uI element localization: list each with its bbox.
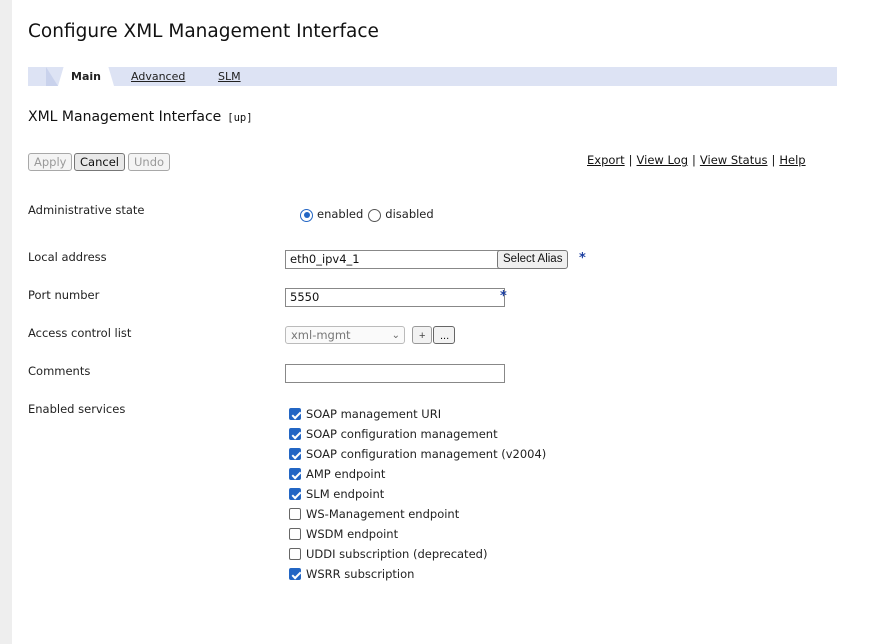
tab-advanced[interactable]: Advanced (131, 67, 185, 86)
status-badge[interactable]: [up] (227, 112, 252, 124)
undo-button[interactable]: Undo (128, 153, 171, 171)
service-label: WSDM endpoint (306, 527, 399, 541)
disabled-radio-label[interactable]: disabled (385, 207, 433, 221)
checkbox[interactable] (289, 488, 301, 500)
port-number-label: Port number (28, 288, 100, 302)
add-acl-button[interactable]: + (412, 326, 432, 344)
chevron-down-icon: ⌄ (391, 330, 400, 341)
tab-edge (46, 67, 58, 86)
enabled-services-label: Enabled services (28, 402, 126, 416)
checkbox[interactable] (289, 548, 301, 560)
service-label: SOAP configuration management (306, 427, 498, 441)
view-status-link[interactable]: View Status (700, 153, 768, 167)
apply-button[interactable]: Apply (28, 153, 73, 171)
link-separator: | (628, 153, 633, 167)
tab-bar: Main Advanced SLM (28, 67, 837, 86)
service-slm-endpoint[interactable]: SLM endpoint (289, 484, 546, 504)
checkbox[interactable] (289, 568, 301, 580)
comments-input[interactable] (285, 364, 505, 383)
service-ws-management[interactable]: WS-Management endpoint (289, 504, 546, 524)
services-checkbox-list: SOAP management URI SOAP configuration m… (289, 404, 546, 584)
acl-label: Access control list (28, 326, 132, 340)
service-uddi-subscription[interactable]: UDDI subscription (deprecated) (289, 544, 546, 564)
service-label: SOAP management URI (306, 407, 442, 421)
local-address-label: Local address (28, 250, 107, 264)
admin-state-label: Administrative state (28, 203, 145, 217)
help-link[interactable]: Help (779, 153, 805, 167)
edit-acl-button[interactable]: ... (433, 326, 455, 344)
service-label: AMP endpoint (306, 467, 386, 481)
enabled-radio-label[interactable]: enabled (317, 207, 363, 221)
acl-select[interactable]: xml-mgmt ⌄ (285, 326, 405, 344)
required-marker: * (579, 251, 586, 266)
checkbox[interactable] (289, 528, 301, 540)
section-title: XML Management Interface [up] (28, 109, 253, 125)
service-amp-endpoint[interactable]: AMP endpoint (289, 464, 546, 484)
link-separator: | (692, 153, 696, 167)
service-label: UDDI subscription (deprecated) (306, 547, 488, 561)
link-separator: | (771, 153, 776, 167)
checkbox[interactable] (289, 408, 301, 420)
select-alias-button[interactable]: Select Alias (497, 250, 569, 269)
local-address-input[interactable]: eth0_ipv4_1 (285, 250, 505, 269)
checkbox[interactable] (289, 448, 301, 460)
acl-select-value: xml-mgmt (291, 328, 351, 342)
left-gutter (0, 0, 12, 644)
checkbox[interactable] (289, 468, 301, 480)
required-marker: * (500, 289, 507, 304)
disabled-radio[interactable] (368, 208, 382, 222)
service-label: WSRR subscription (306, 567, 415, 581)
section-title-text: XML Management Interface (28, 109, 222, 125)
service-wsrr-subscription[interactable]: WSRR subscription (289, 564, 546, 584)
cancel-button[interactable]: Cancel (74, 153, 125, 171)
view-log-link[interactable]: View Log (637, 153, 689, 167)
export-link[interactable]: Export (587, 153, 625, 167)
admin-state-radio-group: enabled disabled (300, 207, 439, 222)
comments-label: Comments (28, 364, 91, 378)
service-soap-config-v2004[interactable]: SOAP configuration management (v2004) (289, 444, 546, 464)
service-label: SOAP configuration management (v2004) (306, 447, 547, 461)
checkbox[interactable] (289, 428, 301, 440)
tab-slm[interactable]: SLM (218, 67, 241, 86)
service-label: WS-Management endpoint (306, 507, 460, 521)
checkbox[interactable] (289, 508, 301, 520)
header-links: Export | View Log | View Status | Help (587, 153, 806, 167)
service-soap-config[interactable]: SOAP configuration management (289, 424, 546, 444)
port-number-input[interactable]: 5550 (285, 288, 505, 307)
service-wsdm-endpoint[interactable]: WSDM endpoint (289, 524, 546, 544)
tab-main[interactable]: Main (58, 67, 114, 86)
service-soap-mgmt-uri[interactable]: SOAP management URI (289, 404, 546, 424)
page-title: Configure XML Management Interface (28, 21, 379, 42)
service-label: SLM endpoint (306, 487, 385, 501)
enabled-radio[interactable] (300, 208, 313, 222)
